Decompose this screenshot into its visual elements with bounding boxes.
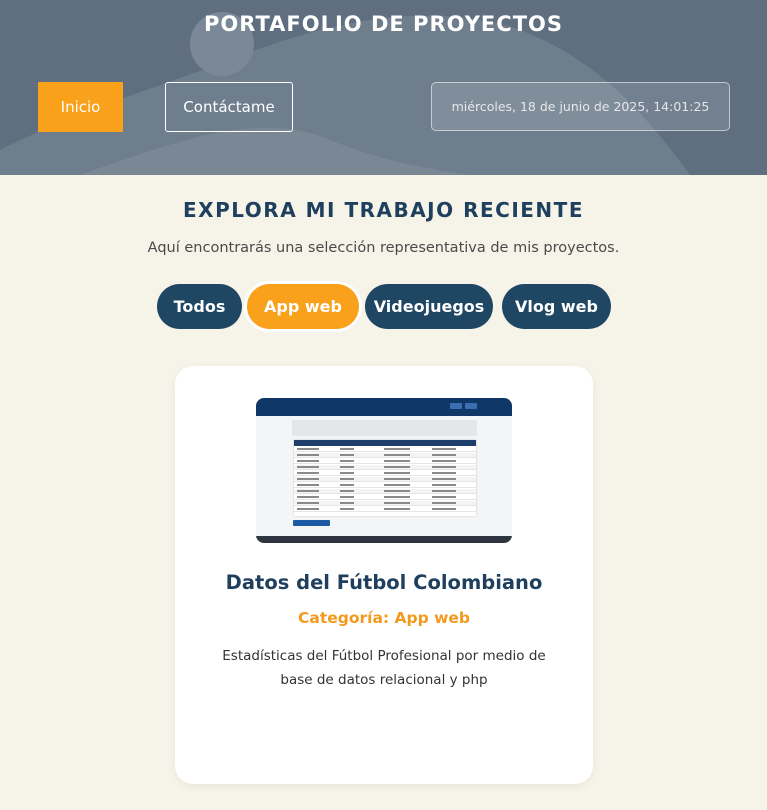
- contact-button[interactable]: Contáctame: [165, 82, 293, 132]
- thumbnail-cell: [384, 478, 410, 480]
- thumbnail-cell: [297, 508, 319, 510]
- thumbnail-cell: [340, 472, 354, 474]
- thumbnail-row: [294, 471, 476, 476]
- thumbnail-cell: [432, 490, 456, 492]
- thumbnail-cell: [340, 478, 354, 480]
- thumbnail-cell: [384, 508, 410, 510]
- thumbnail-footer: [256, 536, 512, 543]
- project-category: Categoría: App web: [297, 609, 471, 627]
- thumbnail-nav-item: [450, 403, 462, 409]
- thumbnail-table-header: [294, 440, 476, 446]
- thumbnail-row: [294, 465, 476, 470]
- thumbnail-cell: [340, 448, 354, 450]
- thumbnail-cell: [340, 454, 354, 456]
- thumbnail-cell: [384, 448, 410, 450]
- thumbnail-cell: [432, 448, 456, 450]
- thumbnail-cell: [340, 496, 354, 498]
- thumbnail-cell: [340, 484, 354, 486]
- thumbnail-cell: [297, 502, 319, 504]
- datetime-display: miércoles, 18 de junio de 2025, 14:01:25: [431, 82, 730, 131]
- thumbnail-cell: [432, 496, 456, 498]
- thumbnail-cell: [340, 460, 354, 462]
- thumbnail-row: [294, 477, 476, 482]
- thumbnail-row: [294, 447, 476, 452]
- thumbnail-cell: [297, 460, 319, 462]
- datetime-text: miércoles, 18 de junio de 2025, 14:01:25: [451, 99, 710, 114]
- page-header: PORTAFOLIO DE PROYECTOS Inicio Contáctam…: [0, 0, 767, 175]
- project-title[interactable]: Datos del Fútbol Colombiano: [175, 571, 593, 594]
- project-card[interactable]: Datos del Fútbol Colombiano Categoría: A…: [175, 366, 593, 784]
- filter-app-web[interactable]: App web: [247, 284, 359, 329]
- thumbnail-cell: [384, 496, 410, 498]
- thumbnail-row: [294, 489, 476, 494]
- thumbnail-button: [293, 520, 330, 526]
- thumbnail-cell: [384, 484, 410, 486]
- thumbnail-cell: [297, 472, 319, 474]
- thumbnail-cell: [297, 466, 319, 468]
- thumbnail-cell: [384, 472, 410, 474]
- thumbnail-cell: [432, 472, 456, 474]
- thumbnail-row: [294, 501, 476, 506]
- project-description: Estadísticas del Fútbol Profesional por …: [222, 648, 546, 688]
- thumbnail-cell: [297, 490, 319, 492]
- thumbnail-cell: [384, 466, 410, 468]
- thumbnail-cell: [297, 496, 319, 498]
- thumbnail-cell: [340, 502, 354, 504]
- thumbnail-cell: [340, 490, 354, 492]
- thumbnail-row: [294, 453, 476, 458]
- filter-vlog-web[interactable]: Vlog web: [502, 284, 611, 329]
- thumbnail-cell: [432, 478, 456, 480]
- filter-todos[interactable]: Todos: [157, 284, 242, 329]
- filter-videojuegos[interactable]: Videojuegos: [365, 284, 493, 329]
- thumbnail-cell: [384, 502, 410, 504]
- thumbnail-cell: [432, 466, 456, 468]
- section-title: EXPLORA MI TRABAJO RECIENTE: [183, 198, 584, 222]
- thumbnail-cell: [432, 460, 456, 462]
- thumbnail-nav-item: [465, 403, 477, 409]
- thumbnail-cell: [432, 484, 456, 486]
- thumbnail-panel: [292, 420, 477, 436]
- thumbnail-cell: [432, 454, 456, 456]
- thumbnail-cell: [340, 466, 354, 468]
- thumbnail-cell: [340, 508, 354, 510]
- thumbnail-row: [294, 495, 476, 500]
- thumbnail-cell: [384, 454, 410, 456]
- thumbnail-cell: [432, 502, 456, 504]
- thumbnail-cell: [297, 484, 319, 486]
- thumbnail-cell: [432, 508, 456, 510]
- inicio-button[interactable]: Inicio: [38, 82, 123, 132]
- thumbnail-cell: [384, 490, 410, 492]
- thumbnail-table: [294, 440, 476, 516]
- thumbnail-row: [294, 483, 476, 488]
- thumbnail-row: [294, 507, 476, 512]
- thumbnail-row: [294, 459, 476, 464]
- thumbnail-cell: [384, 460, 410, 462]
- thumbnail-cell: [297, 448, 319, 450]
- thumbnail-cell: [297, 454, 319, 456]
- thumbnail-cell: [297, 478, 319, 480]
- project-thumbnail[interactable]: [256, 398, 512, 543]
- site-title: PORTAFOLIO DE PROYECTOS: [204, 12, 563, 36]
- section-subtitle: Aquí encontrarás una selección represent…: [147, 240, 620, 256]
